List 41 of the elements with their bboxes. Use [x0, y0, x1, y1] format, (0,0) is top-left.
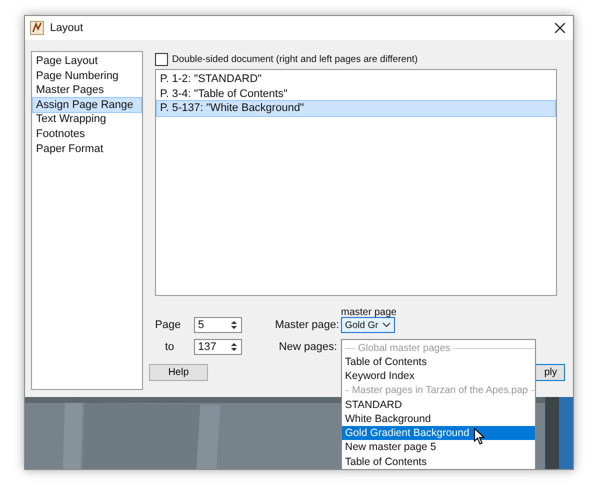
sidebar-item[interactable]: Page Numbering	[33, 68, 141, 84]
dropdown-item[interactable]: White Background	[342, 412, 535, 426]
dropdown-item[interactable]: New master page 5	[342, 440, 535, 454]
item-label: Table of Contents	[345, 355, 427, 370]
to-spin-field[interactable]: 137	[194, 339, 242, 355]
mouse-cursor-icon	[474, 428, 486, 445]
spin-arrows-icon[interactable]	[229, 319, 239, 331]
window-title: Layout	[50, 22, 84, 34]
checkbox[interactable]	[155, 53, 168, 66]
item-label: New master page 5	[345, 440, 436, 455]
sidebar-item[interactable]: Footnotes	[33, 126, 141, 142]
help-button[interactable]: Help	[149, 364, 208, 381]
checkbox-label: Double-sided document (right and left pages are different)	[172, 54, 418, 65]
item-label: White Background	[345, 412, 431, 426]
page-spin-field[interactable]: 5	[194, 317, 242, 333]
page-label: Page	[155, 319, 182, 331]
item-label: Table of Contents	[345, 454, 427, 469]
range-item[interactable]: P. 3-4: "Table of Contents"	[157, 86, 555, 102]
range-item[interactable]: P. 5-137: "White Background"	[157, 101, 555, 116]
to-label: to	[164, 341, 176, 353]
sidebar-item[interactable]: Page Layout	[33, 54, 141, 69]
group-header: Global master pages	[358, 342, 450, 354]
sidebar-item[interactable]: Paper Format	[33, 142, 141, 156]
app-icon	[30, 21, 44, 35]
group-header: Master pages in Tarzan of the Apes.pap	[352, 385, 528, 396]
master-page-label: Master page:	[275, 319, 337, 331]
chevron-down-icon	[382, 322, 392, 328]
item-label: Keyword Index	[345, 369, 414, 384]
sidebar-item[interactable]: Master Pages	[33, 83, 141, 98]
tooltip-text: master page	[341, 307, 397, 318]
sidebar-item[interactable]: Assign Page Range	[33, 98, 141, 112]
new-pages-label: New pages:	[278, 341, 337, 353]
item-label: Gold Gradient Background	[345, 426, 470, 440]
dropdown-item[interactable]: Table of Contents	[342, 454, 535, 469]
close-icon[interactable]	[555, 23, 565, 33]
item-label: STANDARD	[345, 398, 402, 412]
sidebar-item[interactable]: Text Wrapping	[33, 112, 141, 127]
spin-arrows-icon[interactable]	[229, 341, 239, 353]
dropdown-item[interactable]: STANDARD	[342, 398, 535, 412]
master-page-combo[interactable]: Gold Gr	[341, 317, 396, 333]
range-item[interactable]: P. 1-2: "STANDARD"	[157, 72, 555, 87]
